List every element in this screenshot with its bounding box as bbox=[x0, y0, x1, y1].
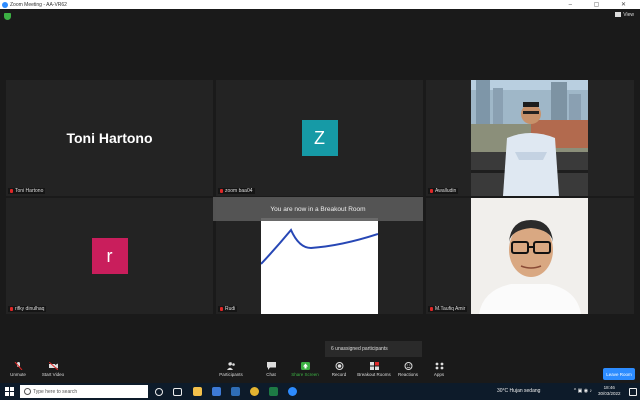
participant-video-image bbox=[261, 218, 378, 314]
participant-big-name: Toni Hartono bbox=[66, 130, 153, 146]
participant-video-image bbox=[471, 80, 588, 196]
participant-name-label: Awalludin bbox=[428, 188, 459, 194]
muted-mic-icon bbox=[430, 188, 433, 193]
system-tray-icons[interactable]: ^ ▣ ◉ ♪ bbox=[574, 388, 592, 394]
zoom-app-icon bbox=[2, 1, 8, 8]
video-tile-m-taufiq-amir[interactable]: M.Taufiq Amir bbox=[426, 198, 634, 314]
apps-icon bbox=[435, 362, 443, 370]
excel-icon[interactable] bbox=[269, 387, 278, 396]
window-controls[interactable]: – ▢ ✕ bbox=[569, 1, 636, 8]
view-button[interactable]: View bbox=[615, 12, 634, 18]
window-title: Zoom Meeting - AA-VR62 bbox=[10, 1, 67, 8]
start-video-button[interactable]: Start Video bbox=[33, 362, 73, 377]
shield-icon[interactable] bbox=[4, 13, 11, 20]
taskbar-search-input[interactable]: Type here to search bbox=[20, 385, 148, 398]
unassigned-participants-popup[interactable]: 6 unassigned participants bbox=[325, 341, 422, 357]
store-icon[interactable] bbox=[231, 387, 240, 396]
window-titlebar: Zoom Meeting - AA-VR62 – ▢ ✕ bbox=[0, 0, 640, 9]
participant-name-label: Rudi bbox=[218, 306, 238, 312]
avatar: Z bbox=[301, 120, 338, 156]
record-icon bbox=[335, 362, 343, 370]
participant-name-label: zoom baa04 bbox=[218, 188, 255, 194]
video-tile-awalludin[interactable]: Awalludin bbox=[426, 80, 634, 196]
chat-icon bbox=[266, 362, 276, 370]
participant-name-label: M.Taufiq Amir bbox=[428, 306, 468, 312]
zoom-taskbar-icon[interactable] bbox=[288, 387, 297, 396]
grid-icon bbox=[615, 12, 622, 18]
video-tile-zoom-baa04[interactable]: Z zoom baa04 bbox=[216, 80, 423, 196]
video-tile-rifky-dinulhaq[interactable]: r rifky dinulhaq bbox=[6, 198, 213, 314]
muted-mic-icon bbox=[10, 188, 13, 193]
meeting-toolbar: Unmute Start Video Participants 6 Chat S… bbox=[0, 360, 640, 383]
record-button[interactable]: Record bbox=[319, 362, 359, 377]
participant-video-image bbox=[471, 198, 588, 314]
search-icon bbox=[24, 388, 31, 395]
cortana-icon[interactable] bbox=[155, 388, 163, 396]
participant-name-label: Toni Hartono bbox=[8, 188, 46, 194]
taskbar-clock[interactable]: 18:46 30/03/2022 bbox=[598, 385, 621, 397]
chrome-icon[interactable] bbox=[250, 387, 259, 396]
meeting-top-strip bbox=[0, 9, 640, 23]
share-screen-icon bbox=[300, 362, 310, 370]
notification-icon[interactable] bbox=[629, 388, 637, 396]
video-off-icon bbox=[48, 362, 58, 370]
muted-mic-icon bbox=[430, 306, 433, 311]
muted-mic-icon bbox=[220, 188, 223, 193]
breakout-rooms-icon bbox=[369, 362, 379, 370]
file-explorer-icon[interactable] bbox=[193, 387, 202, 396]
video-tile-toni-hartono[interactable]: Toni Hartono Toni Hartono bbox=[6, 80, 213, 196]
windows-taskbar: Type here to search 30°C Hujan sedang ^ … bbox=[0, 383, 640, 400]
weather-widget[interactable]: 30°C Hujan sedang bbox=[497, 388, 540, 394]
muted-mic-icon bbox=[14, 362, 22, 370]
muted-mic-icon bbox=[10, 306, 13, 311]
participant-name-label: rifky dinulhaq bbox=[8, 306, 47, 312]
breakout-room-banner: You are now in a Breakout Room bbox=[213, 197, 423, 221]
smiley-icon bbox=[404, 362, 412, 370]
task-view-icon[interactable] bbox=[173, 388, 182, 396]
leave-room-button[interactable]: Leave Room bbox=[603, 368, 635, 380]
mail-icon[interactable] bbox=[212, 387, 221, 396]
avatar: r bbox=[91, 238, 128, 274]
windows-start-icon[interactable] bbox=[5, 387, 14, 396]
muted-mic-icon bbox=[220, 306, 223, 311]
apps-button[interactable]: Apps bbox=[419, 362, 459, 377]
participants-count: 6 bbox=[229, 361, 233, 366]
